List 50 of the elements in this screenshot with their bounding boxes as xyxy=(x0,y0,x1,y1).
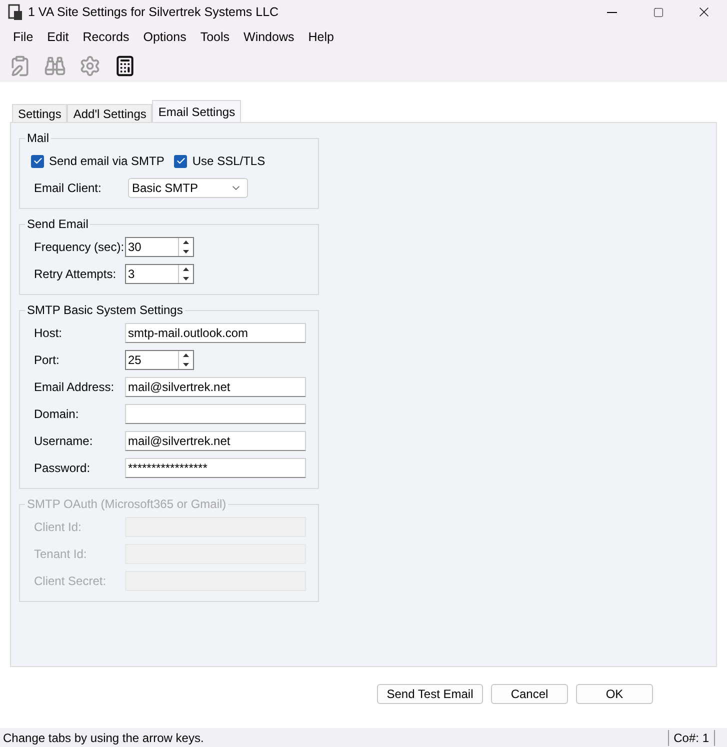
menu-item[interactable]: File xyxy=(6,28,40,46)
field-label: Port: xyxy=(34,352,60,369)
check-icon xyxy=(176,156,186,166)
checkbox-label: Use SSL/TLS xyxy=(192,153,266,170)
check-icon xyxy=(32,156,42,166)
menu-item[interactable]: Windows xyxy=(236,28,302,46)
dialog-button[interactable]: OK xyxy=(576,684,653,704)
spin-field[interactable]: 30 xyxy=(125,237,194,257)
field-label: Email Address: xyxy=(34,379,116,396)
spin-field[interactable]: 25 xyxy=(125,350,194,370)
field-label: Client Id: xyxy=(34,519,82,536)
field-label: Email Client: xyxy=(34,180,102,197)
field-label: Username: xyxy=(34,433,94,450)
text-field[interactable]: mail@silvertrek.net xyxy=(125,377,306,397)
menu-item[interactable]: Help xyxy=(301,28,341,46)
dialog-button[interactable]: Cancel xyxy=(491,684,568,704)
text-field[interactable] xyxy=(125,404,306,424)
checkbox-label: Send email via SMTP xyxy=(49,153,164,170)
field-label: Password: xyxy=(34,460,92,477)
text-field[interactable]: smtp-mail.outlook.com xyxy=(125,323,306,343)
tab[interactable]: Email Settings xyxy=(152,100,242,122)
status-message: Change tabs by using the arrow keys. xyxy=(2,730,205,746)
field-label: Frequency (sec): xyxy=(34,239,125,256)
menu-item[interactable]: Edit xyxy=(40,28,76,46)
menu-item[interactable]: Tools xyxy=(193,28,237,46)
window-title: 1 VA Site Settings for Silvertrek Systems LLC xyxy=(28,4,280,21)
maximize-icon xyxy=(652,6,664,18)
group-title: SMTP OAuth (Microsoft365 or Gmail) xyxy=(25,497,228,511)
field-label: Host: xyxy=(34,325,64,342)
tab[interactable]: Add'l Settings xyxy=(67,104,152,122)
text-field[interactable]: mail@silvertrek.net xyxy=(125,431,306,451)
field-label: Tenant Id: xyxy=(34,546,88,563)
field-label: Client Secret: xyxy=(34,573,108,590)
menu-item[interactable]: Options xyxy=(136,28,194,46)
group-title: Send Email xyxy=(25,217,90,231)
company-number: Co#: 1 xyxy=(668,730,715,746)
checkbox[interactable] xyxy=(31,154,44,168)
checkbox[interactable] xyxy=(174,154,188,168)
calculator-icon[interactable] xyxy=(114,55,136,77)
field-label: Retry Attempts: xyxy=(34,266,118,283)
app-icon xyxy=(8,4,22,20)
text-field[interactable]: ***************** xyxy=(125,458,306,478)
tab[interactable]: Settings xyxy=(12,104,68,122)
menu-item[interactable]: Records xyxy=(76,28,136,46)
dialog-button[interactable]: Send Test Email xyxy=(377,684,483,704)
spin-field[interactable]: 3 xyxy=(125,264,194,284)
group-title: SMTP Basic System Settings xyxy=(25,303,185,317)
group-title: Mail xyxy=(25,131,52,145)
field-label: Domain: xyxy=(34,406,80,423)
dropdown[interactable]: Basic SMTP xyxy=(128,178,248,198)
